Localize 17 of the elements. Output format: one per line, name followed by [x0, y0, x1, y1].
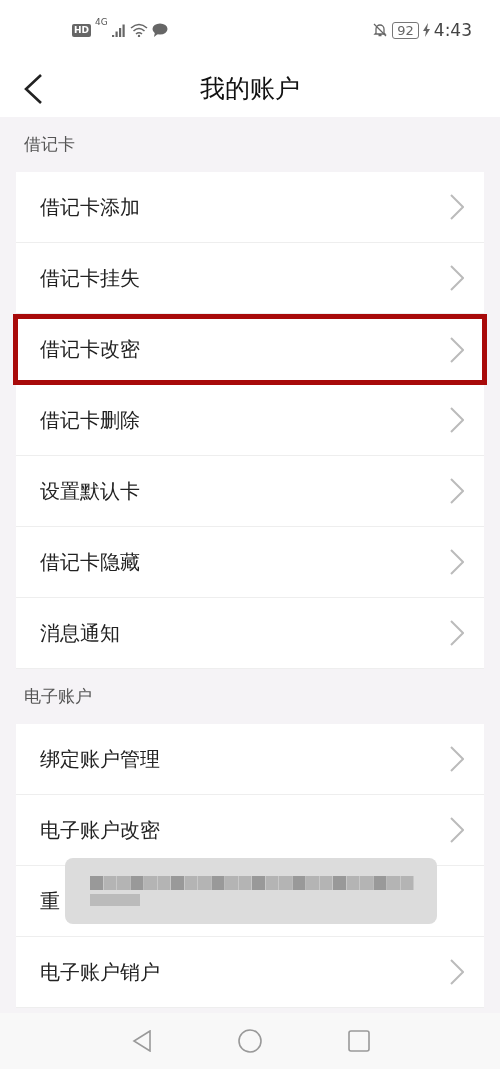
menu-item[interactable]: 电子账户销户	[16, 937, 484, 1008]
section-title: 借记卡	[24, 133, 75, 156]
menu-item[interactable]: 设置默认卡	[16, 456, 484, 527]
menu-item[interactable]: 借记卡隐藏	[16, 527, 484, 598]
section-title: 电子账户	[24, 685, 92, 708]
clock-time: 4:43	[433, 20, 472, 40]
hd-badge: HD	[72, 23, 91, 37]
menu-item[interactable]: 借记卡删除	[16, 385, 484, 456]
menu-item[interactable]: 借记卡挂失	[16, 243, 484, 314]
menu-item[interactable]: 重	[16, 866, 484, 937]
menu-item[interactable]: 消息通知	[16, 598, 484, 669]
menu-item[interactable]: 绑定账户管理	[16, 724, 484, 795]
network-type: 4G	[95, 17, 108, 27]
page-title: 我的账户	[200, 73, 300, 105]
menu-item[interactable]: 借记卡改密	[13, 314, 487, 385]
battery-level: 92	[392, 21, 419, 39]
menu-item[interactable]: 借记卡添加	[16, 172, 484, 243]
